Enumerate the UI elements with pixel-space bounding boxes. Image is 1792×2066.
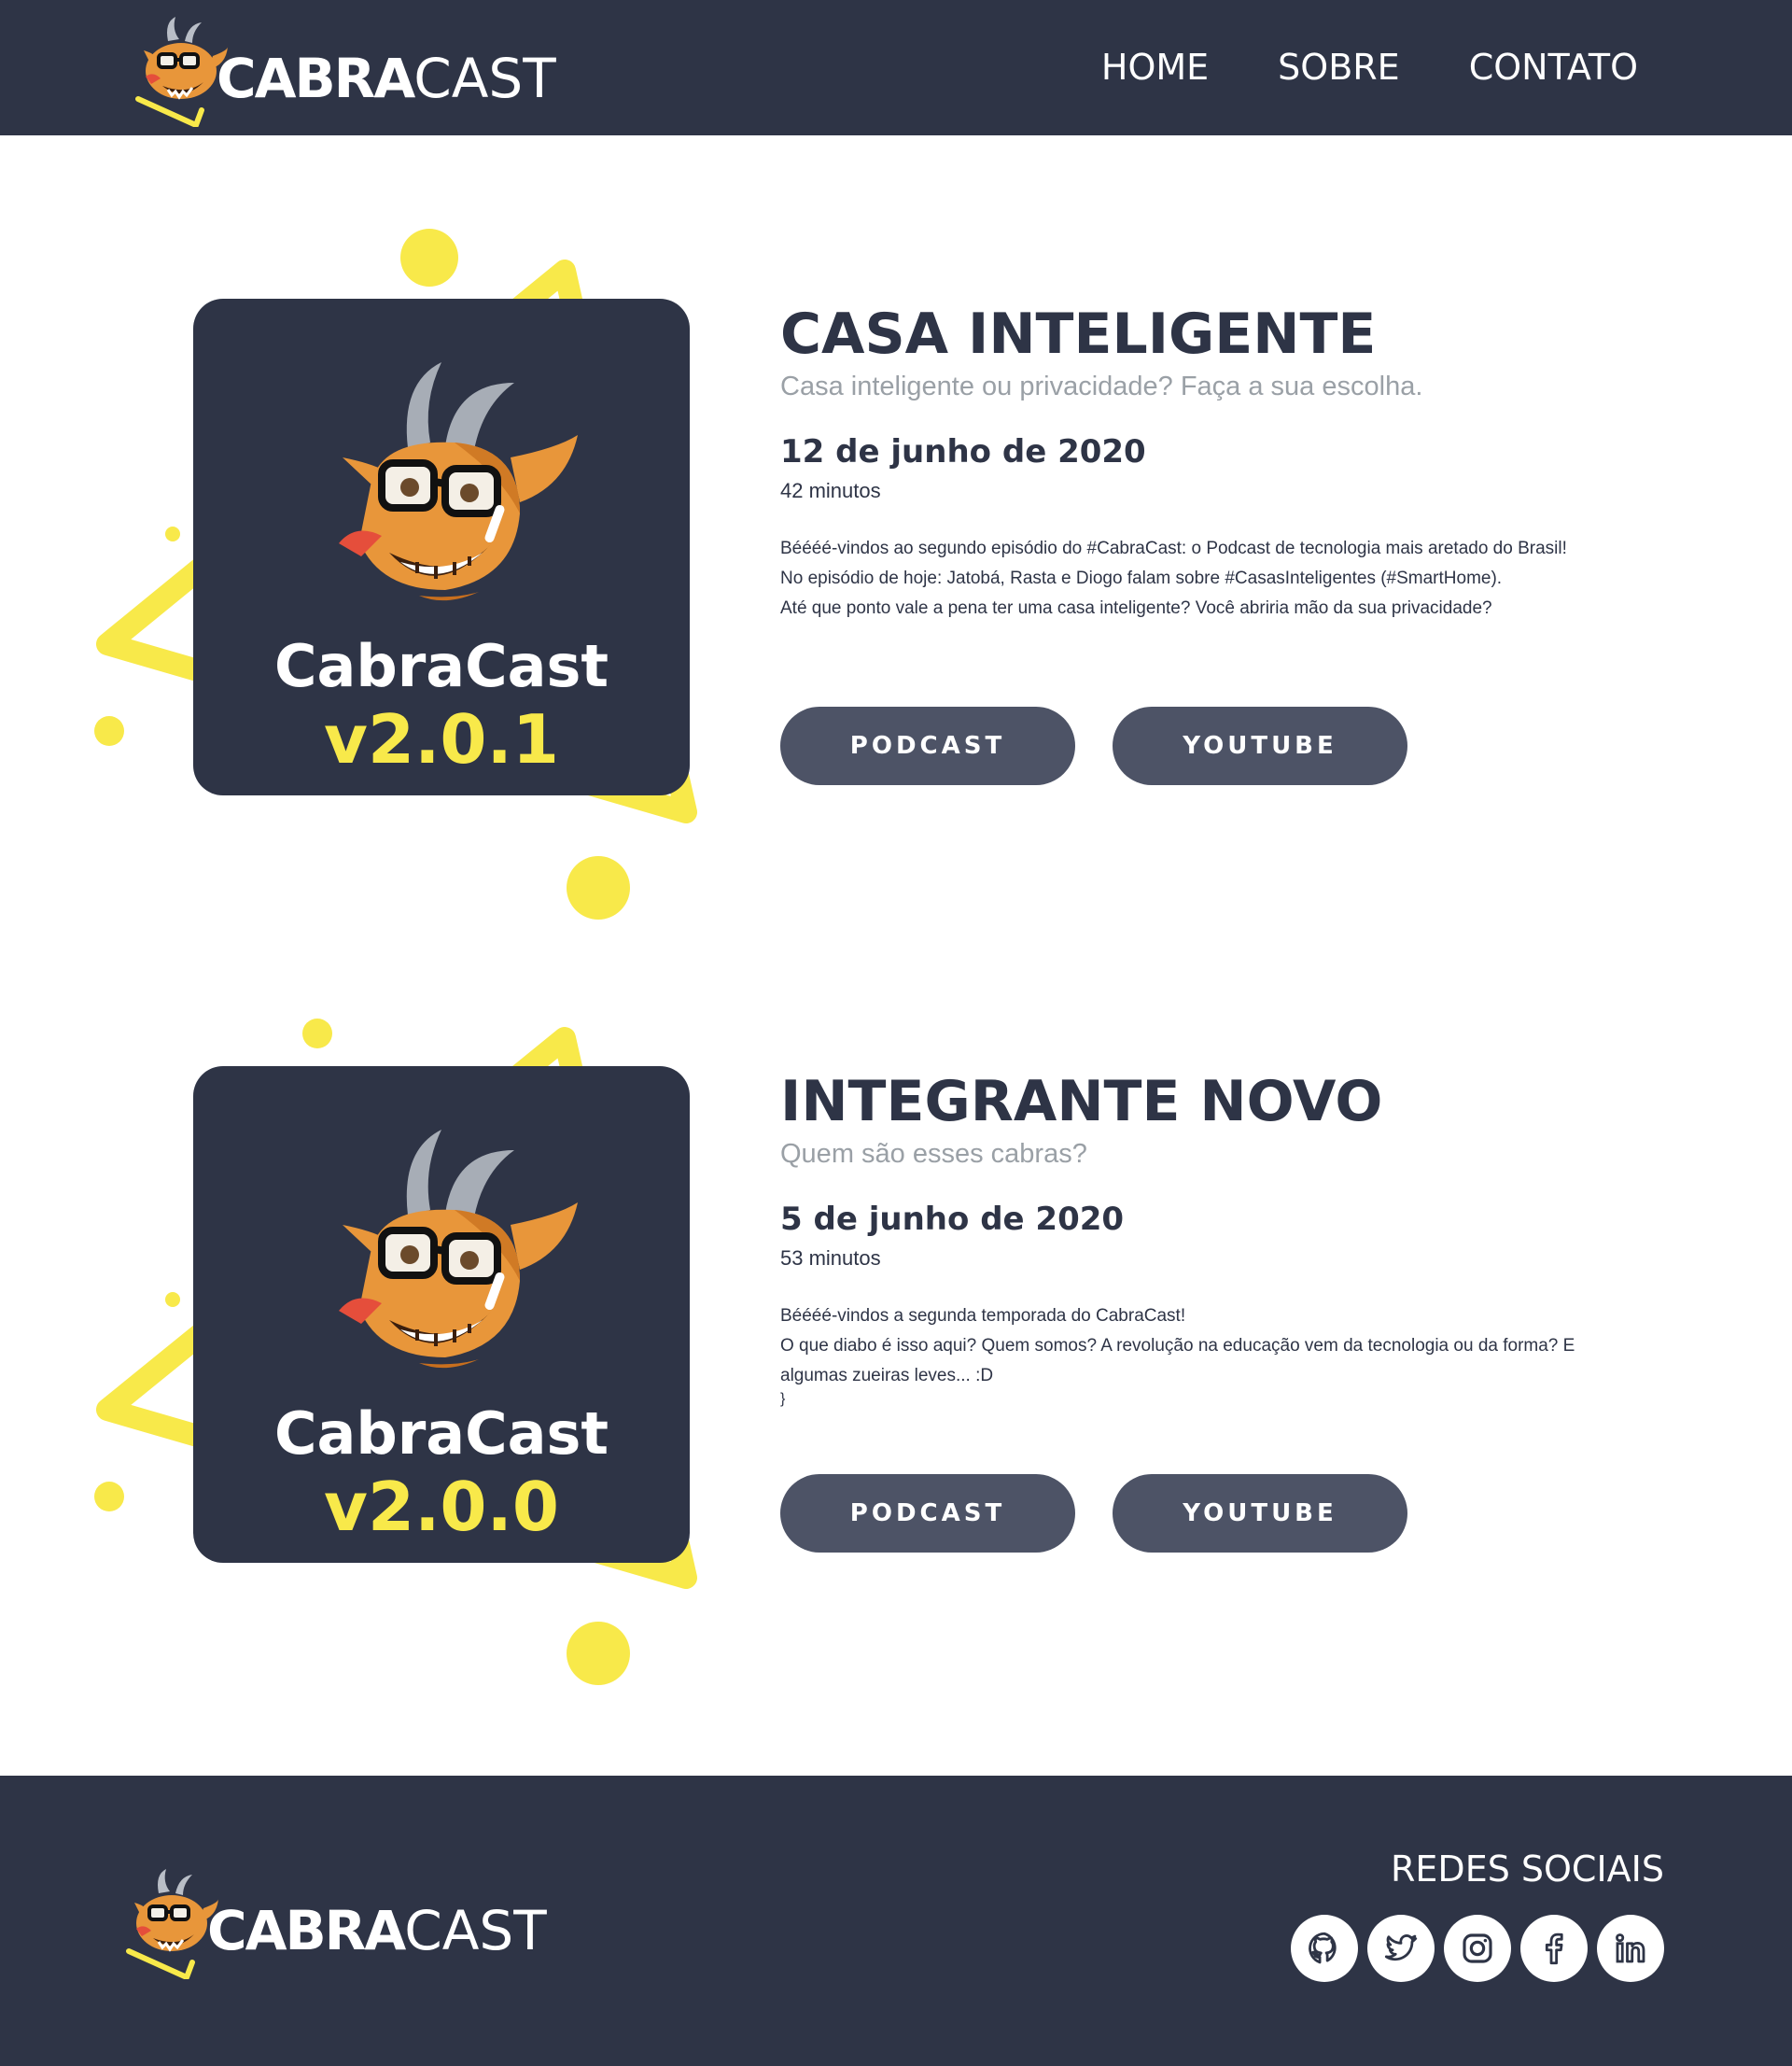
episode-title: CASA INTELIGENTE: [780, 302, 1377, 367]
cover-version: v2.0.1: [324, 700, 559, 779]
nav-sobre[interactable]: SOBRE: [1278, 45, 1400, 90]
goat-mascot-icon: [339, 1130, 578, 1369]
github-icon: [1309, 1932, 1337, 1964]
social-links: [1291, 1915, 1664, 1982]
episode-description: Béééé-vindos a segunda temporada do Cabr…: [780, 1301, 1583, 1391]
cover-version: v2.0.0: [324, 1468, 559, 1546]
main-nav: HOME SOBRE CONTATO: [1032, 45, 1638, 90]
episode-info: CASA INTELIGENTE Casa inteligente ou pri…: [780, 301, 1583, 624]
description-line: Béééé-vindos ao segundo episódio do #Cab…: [780, 539, 1567, 558]
episode-title: INTEGRANTE NOVO: [780, 1069, 1383, 1134]
episode-duration: 53 minutos: [780, 1246, 881, 1270]
facebook-icon: [1545, 1932, 1563, 1965]
episode-buttons: PODCAST YOUTUBE: [780, 707, 1407, 785]
site-footer: CABRACAST REDES SOCIAIS: [0, 1776, 1792, 2066]
logo-bold-text: CABRA: [207, 1899, 406, 1962]
episode-buttons: PODCAST YOUTUBE: [780, 1474, 1407, 1553]
linkedin-icon: [1616, 1933, 1645, 1963]
cover-title: CabraCast: [273, 1399, 609, 1468]
episode-info: INTEGRANTE NOVO Quem são esses cabras? 5…: [780, 1068, 1583, 1408]
description-line: Até que ponto vale a pena ter uma casa i…: [780, 598, 1492, 618]
instagram-icon: [1463, 1933, 1492, 1963]
twitter-icon: [1384, 1934, 1418, 1961]
youtube-button[interactable]: YOUTUBE: [1113, 1474, 1407, 1553]
episode-description: Béééé-vindos ao segundo episódio do #Cab…: [780, 534, 1583, 624]
linkedin-link[interactable]: [1597, 1915, 1664, 1982]
youtube-button[interactable]: YOUTUBE: [1113, 707, 1407, 785]
description-line: Béééé-vindos a segunda temporada do Cabr…: [780, 1306, 1186, 1326]
github-link[interactable]: [1291, 1915, 1358, 1982]
episode-cover[interactable]: CabraCast v2.0.0: [193, 1066, 690, 1563]
episode-card: CabraCast v2.0.1 CASA INTELIGENTE Casa i…: [0, 224, 1792, 934]
logo-light-text: CAST: [413, 47, 556, 110]
description-line: No episódio de hoje: Jatobá, Rasta e Dio…: [780, 569, 1503, 588]
nav-contato[interactable]: CONTATO: [1469, 45, 1638, 90]
social-title: REDES SOCIAIS: [1391, 1848, 1664, 1890]
episode-date: 12 de junho de 2020: [780, 433, 1146, 471]
logo-light-text: CAST: [404, 1899, 547, 1962]
site-header: CABRACAST HOME SOBRE CONTATO: [0, 0, 1792, 135]
episode-subtitle: Casa inteligente ou privacidade? Faça a …: [780, 372, 1423, 401]
episode-cover[interactable]: CabraCast v2.0.1: [193, 299, 690, 795]
nav-home[interactable]: HOME: [1101, 45, 1209, 90]
cover-title: CabraCast: [273, 632, 609, 700]
footer-logo[interactable]: CABRACAST: [121, 1865, 547, 1979]
episode-date: 5 de junho de 2020: [780, 1201, 1125, 1238]
footer-logo-text: CABRACAST: [207, 1901, 547, 1961]
logo-bold-text: CABRA: [217, 47, 415, 110]
podcast-button[interactable]: PODCAST: [780, 1474, 1075, 1553]
goat-mascot-icon: [339, 362, 578, 601]
header-logo[interactable]: CABRACAST: [131, 13, 556, 127]
instagram-link[interactable]: [1444, 1915, 1511, 1982]
header-logo-text: CABRACAST: [217, 49, 556, 108]
episode-duration: 42 minutos: [780, 479, 881, 502]
facebook-link[interactable]: [1520, 1915, 1588, 1982]
episode-card: CabraCast v2.0.0 INTEGRANTE NOVO Quem sã…: [0, 991, 1792, 1701]
podcast-button[interactable]: PODCAST: [780, 707, 1075, 785]
twitter-link[interactable]: [1367, 1915, 1435, 1982]
episode-subtitle: Quem são esses cabras?: [780, 1139, 1087, 1169]
description-line: O que diabo é isso aqui? Quem somos? A r…: [780, 1336, 1575, 1385]
